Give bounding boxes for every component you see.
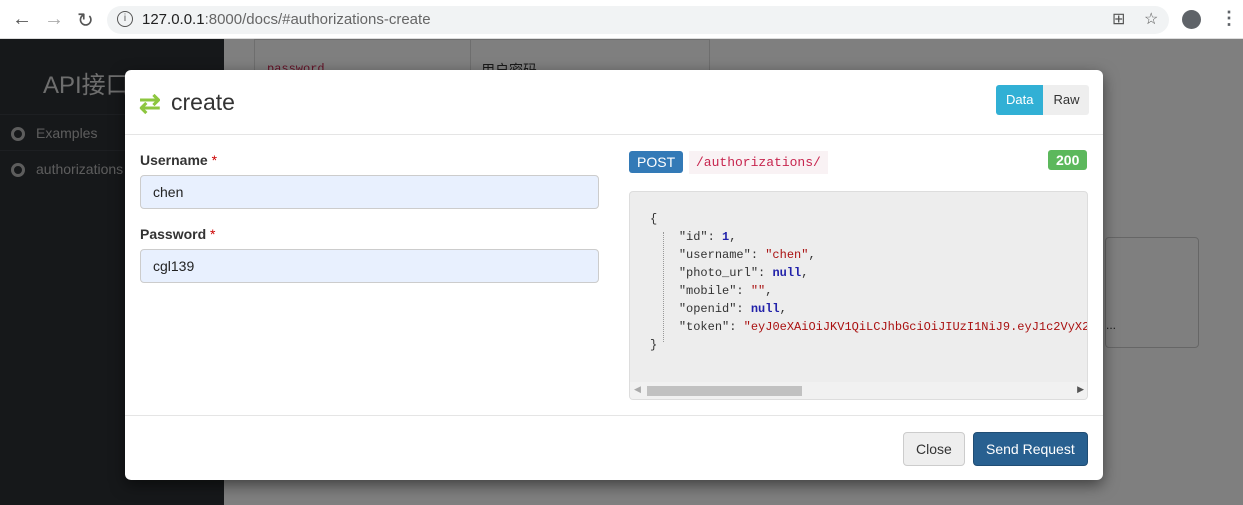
back-button[interactable]: ← [12,8,32,31]
send-request-button[interactable]: Send Request [973,432,1088,466]
modal-footer: Close Send Request [125,415,1103,480]
json-comma: , [765,284,773,298]
json-line: "openid": null, [678,302,787,316]
json-line: "mobile": "", [678,284,773,298]
json-line: "id": 1, [678,230,737,244]
browser-toolbar: ← → ↻ i 127.0.0.1:8000/docs/#authorizati… [0,0,1243,39]
scroll-left-icon[interactable]: ◀ [634,384,641,395]
json-value: "chen" [765,248,809,262]
profile-avatar-icon[interactable] [1182,10,1201,29]
json-key: "openid" [678,302,737,316]
response-json: { "id": 1, "username": "chen", "photo_ur… [650,210,1088,354]
json-key: "id" [678,230,708,244]
json-comma: , [801,266,809,280]
horizontal-scrollbar[interactable]: ◀ ▶ [630,382,1087,399]
json-key: "username" [678,248,751,262]
json-value: null [750,302,780,316]
close-button[interactable]: Close [903,432,965,466]
format-toggle: Data Raw [996,85,1090,115]
json-open-brace: { [650,212,658,226]
password-label: Password * [140,226,216,242]
info-icon[interactable]: i [117,11,133,27]
json-close-brace: } [650,338,658,352]
create-modal: ⇄ create Data Raw Username * chen Passwo… [125,70,1103,480]
raw-button[interactable]: Raw [1043,85,1090,115]
forward-button[interactable]: → [44,8,64,31]
transfer-icon: ⇄ [139,88,161,118]
reload-button[interactable]: ↻ [77,8,94,33]
json-key: "mobile" [678,284,737,298]
json-value: null [772,266,802,280]
scroll-right-icon[interactable]: ▶ [1077,384,1084,395]
address-bar[interactable]: i 127.0.0.1:8000/docs/#authorizations-cr… [107,6,1169,34]
star-icon[interactable]: ☆ [1144,9,1158,29]
json-value: "" [750,284,766,298]
translate-icon[interactable]: ⊞ [1112,9,1125,29]
menu-icon[interactable]: ⋮ [1220,8,1238,29]
json-key: "photo_url" [678,266,759,280]
json-key: "token" [678,320,730,334]
data-button[interactable]: Data [996,85,1044,115]
username-input[interactable]: chen [140,175,599,209]
response-body: { "id": 1, "username": "chen", "photo_ur… [629,191,1088,400]
json-comma: , [779,302,787,316]
json-comma: , [729,230,737,244]
json-line: "token": "eyJ0eXAiOiJKV1QiLCJhbGciOiJIUz… [650,320,1088,334]
username-label: Username * [140,152,218,168]
json-line: "username": "chen", [678,248,816,262]
json-line: "photo_url": null, [678,266,809,280]
method-badge: POST [629,151,684,173]
url-text: 127.0.0.1:8000/docs/#authorizations-crea… [142,11,431,28]
modal-header: ⇄ create Data Raw [125,70,1103,135]
json-value: "eyJ0eXAiOiJKV1QiLCJhbGciOiJIUzI1NiJ9.ey… [743,320,1088,334]
scrollbar-thumb[interactable] [647,386,802,396]
endpoint-path: /authorizations/ [689,151,828,174]
modal-title: create [171,89,235,115]
password-input[interactable]: cgl139 [140,249,599,283]
status-badge: 200 [1048,150,1088,170]
json-comma: , [808,248,816,262]
